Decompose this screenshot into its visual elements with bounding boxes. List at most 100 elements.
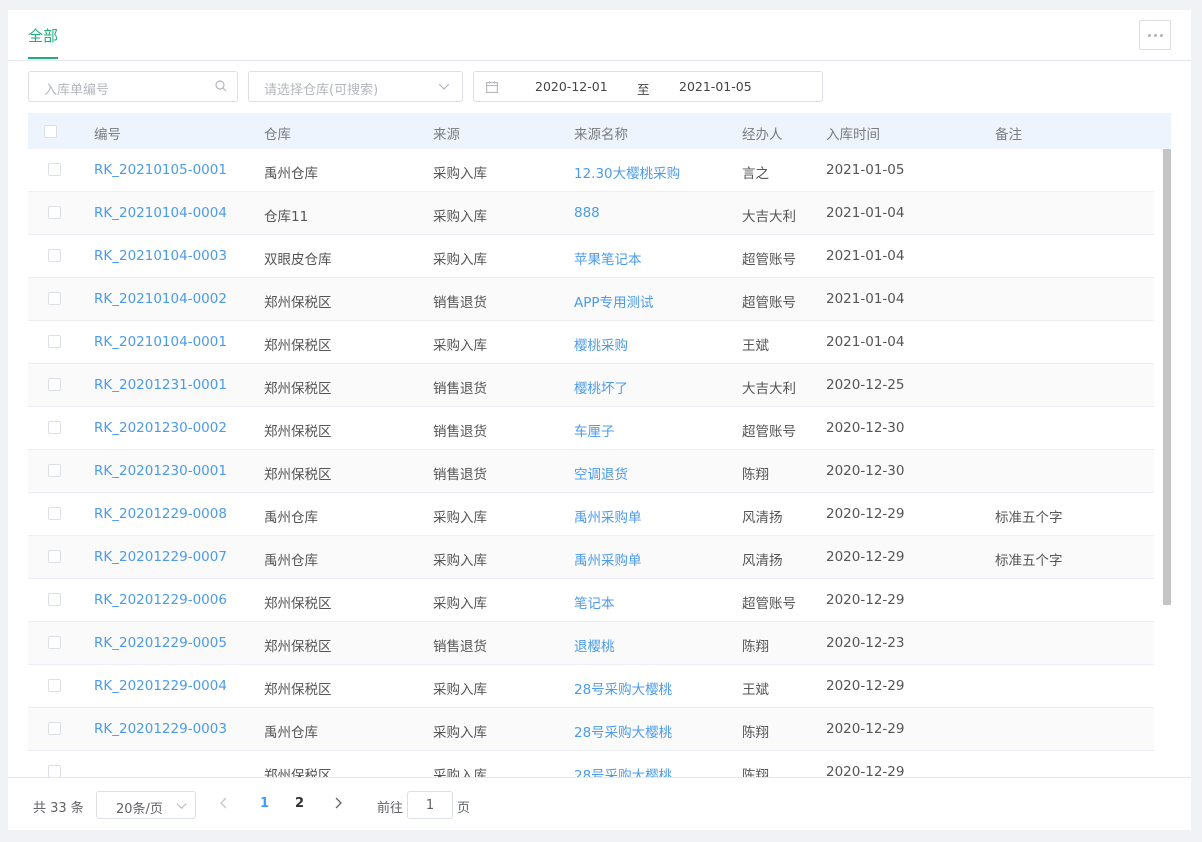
row-checkbox[interactable]	[48, 163, 61, 176]
cell-source-name[interactable]: 樱桃坏了	[574, 377, 628, 397]
cell-code[interactable]: RK_20201229-0004	[94, 678, 227, 694]
cell-code[interactable]: RK_20201229-0006	[94, 592, 227, 608]
cell-source-name[interactable]: APP专用测试	[574, 291, 654, 311]
cell-warehouse: 郑州保税区	[264, 682, 332, 698]
cell-warehouse: 仓库11	[264, 209, 309, 225]
page-size-select[interactable]: 20条/页	[96, 791, 196, 819]
cell-source-name[interactable]: 禹州采购单	[574, 506, 642, 526]
table-row[interactable]: RK_20210104-0001 郑州保税区 采购入库 樱桃采购 王斌 2021-01-0…	[28, 321, 1154, 364]
row-checkbox[interactable]	[48, 292, 61, 305]
cell-source-name[interactable]: 樱桃采购	[574, 334, 628, 354]
cell-operator: 陈翔	[742, 768, 769, 777]
cell-source: 采购入库	[433, 553, 487, 569]
table-row[interactable]: RK_20201231-0001 郑州保税区 销售退货 樱桃坏了 大吉大利 2020-12…	[28, 364, 1154, 407]
cell-code[interactable]: RK_20201229-0005	[94, 635, 227, 651]
table-row[interactable]: RK_20201229-0003 禹州仓库 采购入库 28号采购大樱桃 陈翔 2020-1…	[28, 708, 1154, 751]
prev-page-icon[interactable]	[218, 797, 230, 809]
page-number-2[interactable]: 2	[295, 796, 304, 811]
row-checkbox[interactable]	[48, 593, 61, 606]
row-checkbox[interactable]	[48, 765, 61, 777]
total-count: 共 33 条	[33, 801, 84, 816]
cell-date: 2020-12-29	[826, 721, 905, 737]
table-row[interactable]: RK_20201229-0008 禹州仓库 采购入库 禹州采购单 风清扬 2020-12-…	[28, 493, 1154, 536]
cell-source-name[interactable]: 12.30大樱桃采购	[574, 162, 680, 182]
cell-date: 2020-12-25	[826, 377, 905, 393]
chevron-down-icon	[438, 83, 450, 90]
cell-code[interactable]: RK_20201230-0001	[94, 463, 227, 479]
more-dot-icon	[1147, 33, 1151, 37]
cell-code[interactable]: RK_20210105-0001	[94, 162, 227, 178]
more-options-button[interactable]	[1139, 20, 1171, 50]
cell-source-name[interactable]: 禹州采购单	[574, 549, 642, 569]
cell-warehouse: 郑州保税区	[264, 381, 332, 397]
page-number-1[interactable]: 1	[260, 796, 269, 811]
warehouse-select[interactable]: 请选择仓库(可搜索)	[248, 71, 463, 102]
table-row[interactable]: RK_20201229-0006 郑州保税区 采购入库 笔记本 超管账号 2020-12-…	[28, 579, 1154, 622]
date-end[interactable]: 2021-01-05	[679, 79, 752, 94]
table-row[interactable]: RK_20201229-0004 郑州保税区 采购入库 28号采购大樱桃 王斌 2020-…	[28, 665, 1154, 708]
cell-source-name[interactable]: 888	[574, 205, 600, 221]
search-input[interactable]: 入库单编号	[28, 71, 238, 102]
cell-code[interactable]: RK_20201231-0001	[94, 377, 227, 393]
cell-code[interactable]: RK_20201229-0003	[94, 721, 227, 737]
date-start[interactable]: 2020-12-01	[535, 79, 608, 94]
cell-code[interactable]: RK_20201230-0002	[94, 420, 227, 436]
cell-source-name[interactable]: 退樱桃	[574, 635, 615, 655]
cell-source-name[interactable]: 苹果笔记本	[574, 248, 642, 268]
cell-date: 2021-01-04	[826, 334, 905, 350]
cell-code[interactable]: RK_20210104-0004	[94, 205, 227, 221]
cell-source-name[interactable]: 空调退货	[574, 463, 628, 483]
table-row[interactable]: RK_20201230-0001 郑州保税区 销售退货 空调退货 陈翔 2020-12-3…	[28, 450, 1154, 493]
table-scrollbar[interactable]	[1163, 149, 1171, 605]
search-icon	[215, 80, 227, 92]
table-row[interactable]: RK_20210104-0003 双眼皮仓库 采购入库 苹果笔记本 超管账号 2021-0…	[28, 235, 1154, 278]
goto-page-input[interactable]: 1	[407, 791, 453, 819]
row-checkbox[interactable]	[48, 507, 61, 520]
cell-operator: 风清扬	[742, 510, 783, 526]
table-row[interactable]: RK_20210105-0001 禹州仓库 采购入库 12.30大樱桃采购 言之 2021…	[28, 149, 1154, 192]
row-checkbox[interactable]	[48, 249, 61, 262]
cell-code[interactable]: RK_20210104-0001	[94, 334, 227, 350]
row-checkbox[interactable]	[48, 335, 61, 348]
table-body: RK_20210105-0001 禹州仓库 采购入库 12.30大樱桃采购 言之 2021…	[28, 149, 1154, 777]
row-checkbox[interactable]	[48, 378, 61, 391]
cell-code[interactable]: RK_20210104-0002	[94, 291, 227, 307]
column-header-source: 来源	[433, 127, 460, 143]
cell-source-name[interactable]: 28号采购大樱桃	[574, 678, 672, 698]
table-row[interactable]: RK_20201229-0005 郑州保税区 销售退货 退樱桃 陈翔 2020-12-23	[28, 622, 1154, 665]
row-checkbox[interactable]	[48, 679, 61, 692]
cell-source-name[interactable]: 28号采购大樱桃	[574, 721, 672, 741]
table-row[interactable]: RK_20210104-0004 仓库11 采购入库 888 大吉大利 2021-01-0…	[28, 192, 1154, 235]
cell-source-name[interactable]: 笔记本	[574, 592, 615, 612]
row-checkbox[interactable]	[48, 722, 61, 735]
table-row[interactable]: RK_20201230-0002 郑州保税区 销售退货 车厘子 超管账号 2020-12-…	[28, 407, 1154, 450]
cell-source-name[interactable]: 车厘子	[574, 420, 615, 440]
cell-code[interactable]: RK_20201229-0008	[94, 506, 227, 522]
cell-source-name[interactable]: 28号采购大樱桃	[574, 764, 672, 777]
cell-source: 采购入库	[433, 338, 487, 354]
pagination: 共 33 条 20条/页 1 2 前往 1 页	[8, 777, 1191, 830]
row-checkbox[interactable]	[48, 636, 61, 649]
row-checkbox[interactable]	[48, 421, 61, 434]
cell-date: 2021-01-04	[826, 291, 905, 307]
row-checkbox[interactable]	[48, 550, 61, 563]
cell-warehouse: 禹州仓库	[264, 510, 318, 526]
cell-warehouse: 郑州保税区	[264, 596, 332, 612]
row-checkbox[interactable]	[48, 206, 61, 219]
date-range-picker[interactable]: 2020-12-01 至 2021-01-05	[473, 71, 823, 102]
table-header: 编号 仓库 来源 来源名称 经办人 入库时间 备注	[28, 113, 1171, 149]
cell-code[interactable]: RK_20201229-0007	[94, 549, 227, 565]
cell-source: 销售退货	[433, 467, 487, 483]
table-row[interactable]: RK_20201229-0007 禹州仓库 采购入库 禹州采购单 风清扬 2020-12-…	[28, 536, 1154, 579]
select-all-checkbox[interactable]	[44, 125, 57, 138]
tab-all[interactable]: 全部	[28, 25, 58, 46]
next-page-icon[interactable]	[332, 797, 344, 809]
row-checkbox[interactable]	[48, 464, 61, 477]
cell-source: 销售退货	[433, 639, 487, 655]
cell-source: 采购入库	[433, 596, 487, 612]
cell-operator: 超管账号	[742, 295, 796, 311]
cell-warehouse: 禹州仓库	[264, 166, 318, 182]
cell-code[interactable]: RK_20210104-0003	[94, 248, 227, 264]
table-row[interactable]: 郑州保税区 采购入库 28号采购大樱桃 陈翔 2020-12-29	[28, 751, 1154, 777]
table-row[interactable]: RK_20210104-0002 郑州保税区 销售退货 APP专用测试 超管账号 2021…	[28, 278, 1154, 321]
